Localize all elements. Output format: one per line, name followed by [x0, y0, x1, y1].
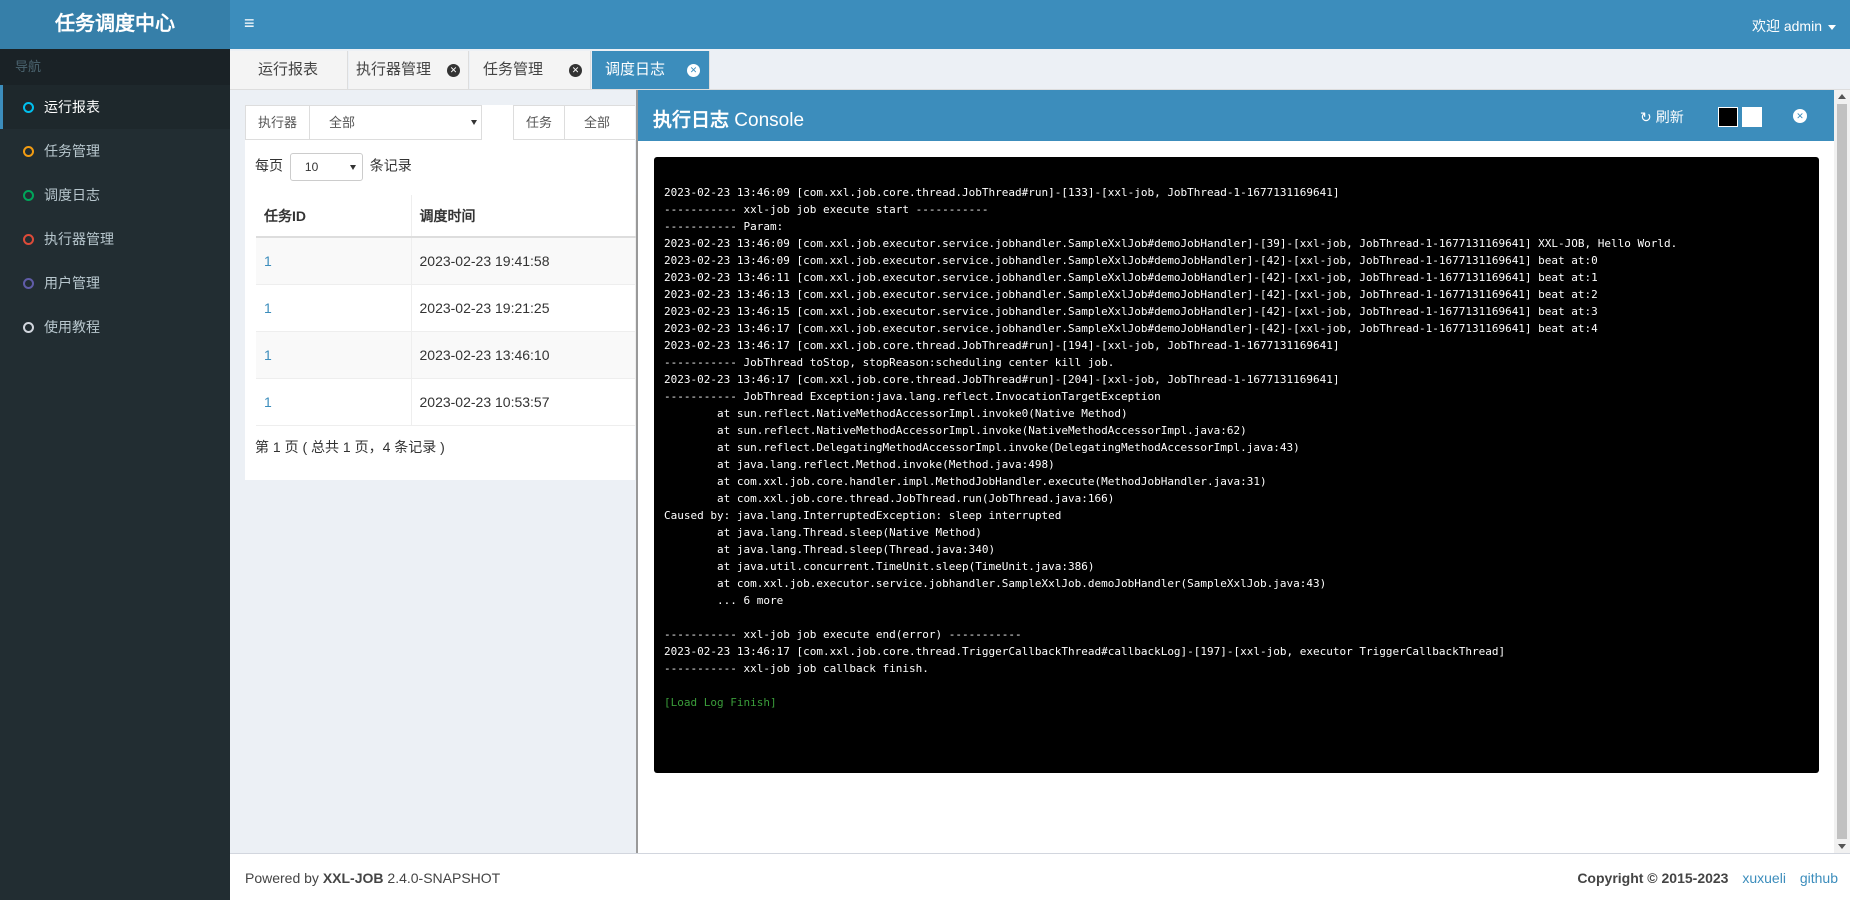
tab-report[interactable]: 运行报表 — [230, 51, 348, 89]
console-header: 执行日志 Console ↻ 刷新 ✕ — [638, 90, 1834, 141]
sidebar-item-logs[interactable]: 调度日志 — [0, 173, 230, 217]
powered-prefix: Powered by — [245, 870, 323, 886]
top-navbar: ≡ 欢迎 admin — [230, 0, 1850, 49]
pagesize-select[interactable]: 10 — [289, 153, 363, 181]
footer-powered: Powered by XXL-JOB 2.4.0-SNAPSHOT — [245, 870, 500, 886]
console-title-main: 执行日志 — [653, 110, 730, 131]
user-menu[interactable]: 欢迎 admin — [1752, 16, 1836, 36]
table-row: 1 2023-02-23 19:41:58 — [256, 237, 636, 285]
sidebar-item-help[interactable]: 使用教程 — [0, 305, 230, 349]
page-scrollbar[interactable] — [1834, 90, 1850, 853]
sidebar-header: 导航 — [0, 49, 230, 85]
sidebar: 导航 运行报表 任务管理 调度日志 执行器管理 用户管理 使用教程 — [0, 49, 230, 900]
sidebar-item-jobs[interactable]: 任务管理 — [0, 129, 230, 173]
task-id-link[interactable]: 1 — [256, 331, 412, 379]
table-row: 1 2023-02-23 13:46:10 — [256, 331, 636, 379]
theme-dark-button[interactable] — [1718, 107, 1738, 127]
sidebar-item-report[interactable]: 运行报表 — [0, 85, 230, 129]
log-text: 2023-02-23 13:46:09 [com.xxl.job.core.th… — [664, 186, 1678, 675]
tab-label: 执行器管理 — [356, 61, 432, 78]
app-logo[interactable]: 任务调度中心 — [0, 0, 230, 49]
tab-executors[interactable]: 执行器管理 ✕ — [349, 51, 469, 89]
menu-toggle-icon[interactable]: ≡ — [244, 13, 255, 34]
table-header-row: 任务ID 调度时间 — [256, 195, 636, 238]
column-header-trigger-time[interactable]: 调度时间 — [411, 195, 636, 238]
trigger-time-cell: 2023-02-23 19:21:25 — [411, 284, 636, 332]
tabs-bar: 运行报表 执行器管理 ✕ 任务管理 ✕ 调度日志 ✕ — [230, 49, 1850, 90]
task-id-link[interactable]: 1 — [256, 378, 412, 426]
refresh-label: 刷新 — [1655, 109, 1684, 125]
close-icon[interactable]: ✕ — [687, 64, 700, 77]
pagesize-row: 每页 10 条记录 — [255, 153, 412, 181]
tab-label: 调度日志 — [605, 61, 666, 78]
console-title-suffix: Console — [729, 110, 805, 131]
circle-icon — [23, 189, 34, 201]
task-id-link[interactable]: 1 — [256, 284, 412, 332]
pagesize-prefix: 每页 — [255, 157, 283, 174]
sidebar-item-label: 用户管理 — [44, 275, 100, 291]
theme-light-button[interactable] — [1742, 107, 1762, 127]
pagination-info: 第 1 页 ( 总共 1 页，4 条记录 ) — [255, 439, 445, 455]
brand-name: XXL-JOB — [322, 870, 384, 886]
log-finish-text: [Load Log Finish] — [664, 696, 777, 709]
console-title: 执行日志 Console — [653, 105, 804, 132]
refresh-button[interactable]: ↻ 刷新 — [1640, 107, 1684, 127]
copyright-text: Copyright © 2015-2023 — [1577, 870, 1729, 886]
task-select[interactable]: 全部 — [568, 106, 636, 139]
log-output[interactable]: 2023-02-23 13:46:09 [com.xxl.job.core.th… — [654, 157, 1819, 773]
table-row: 1 2023-02-23 19:21:25 — [256, 284, 636, 332]
sidebar-item-label: 使用教程 — [44, 319, 100, 335]
scroll-up-icon[interactable] — [1838, 94, 1846, 99]
trigger-time-cell: 2023-02-23 13:46:10 — [411, 331, 636, 379]
circle-icon — [23, 277, 34, 289]
task-select-value: 全部 — [584, 115, 611, 130]
refresh-icon: ↻ — [1640, 109, 1652, 125]
circle-icon — [23, 101, 34, 113]
sidebar-item-label: 执行器管理 — [44, 231, 114, 247]
sidebar-item-label: 运行报表 — [44, 99, 100, 115]
footer-copyright: Copyright © 2015-2023 xuxueli github — [1577, 870, 1838, 886]
version: 2.4.0-SNAPSHOT — [383, 870, 501, 886]
circle-icon — [23, 233, 34, 245]
executor-filter: 执行器 全部 — [245, 105, 482, 140]
pagesize-value: 10 — [304, 160, 319, 174]
sidebar-item-users[interactable]: 用户管理 — [0, 261, 230, 305]
pagesize-suffix: 条记录 — [369, 157, 412, 174]
tab-label: 任务管理 — [483, 61, 544, 78]
footer: Powered by XXL-JOB 2.4.0-SNAPSHOT Copyri… — [230, 853, 1850, 900]
github-link[interactable]: github — [1800, 870, 1838, 886]
caret-down-icon — [1828, 24, 1836, 30]
sidebar-item-label: 调度日志 — [44, 187, 100, 203]
circle-icon — [23, 321, 34, 333]
table-row: 1 2023-02-23 10:53:57 — [256, 378, 636, 426]
executor-select[interactable]: 全部 — [313, 106, 483, 139]
tab-logs[interactable]: 调度日志 ✕ — [592, 51, 710, 89]
column-header-task-id[interactable]: 任务ID — [256, 195, 412, 238]
log-console-modal: 执行日志 Console ↻ 刷新 ✕ 2023-02-23 13:46:09 [… — [636, 90, 1834, 853]
tab-label: 运行报表 — [258, 61, 319, 78]
close-icon[interactable]: ✕ — [569, 64, 582, 77]
user-greeting: 欢迎 admin — [1751, 18, 1822, 34]
scroll-down-icon[interactable] — [1838, 844, 1846, 849]
tab-jobs[interactable]: 任务管理 ✕ — [470, 51, 591, 89]
scrollbar-thumb[interactable] — [1837, 104, 1847, 839]
close-icon[interactable]: ✕ — [447, 64, 460, 77]
task-filter-label: 任务 — [514, 106, 566, 139]
trigger-time-cell: 2023-02-23 10:53:57 — [411, 378, 636, 426]
log-table: 任务ID 调度时间 1 2023-02-23 19:41:58 1 2023-0… — [256, 195, 636, 426]
log-list-panel: 执行器 全部 任务 全部 每页 10 条记录 任务ID 调度时间 1 2023-… — [245, 105, 636, 480]
executor-select-value: 全部 — [329, 115, 356, 130]
sidebar-item-executors[interactable]: 执行器管理 — [0, 217, 230, 261]
close-icon[interactable]: ✕ — [1793, 109, 1807, 123]
circle-icon — [23, 145, 34, 157]
task-id-link[interactable]: 1 — [256, 237, 412, 285]
executor-filter-label: 执行器 — [246, 106, 311, 139]
select-arrow-icon — [471, 120, 477, 125]
select-arrow-icon — [349, 165, 356, 170]
sidebar-item-label: 任务管理 — [44, 143, 100, 159]
task-filter: 任务 全部 — [513, 105, 635, 140]
author-link[interactable]: xuxueli — [1742, 870, 1786, 886]
trigger-time-cell: 2023-02-23 19:41:58 — [411, 237, 636, 285]
